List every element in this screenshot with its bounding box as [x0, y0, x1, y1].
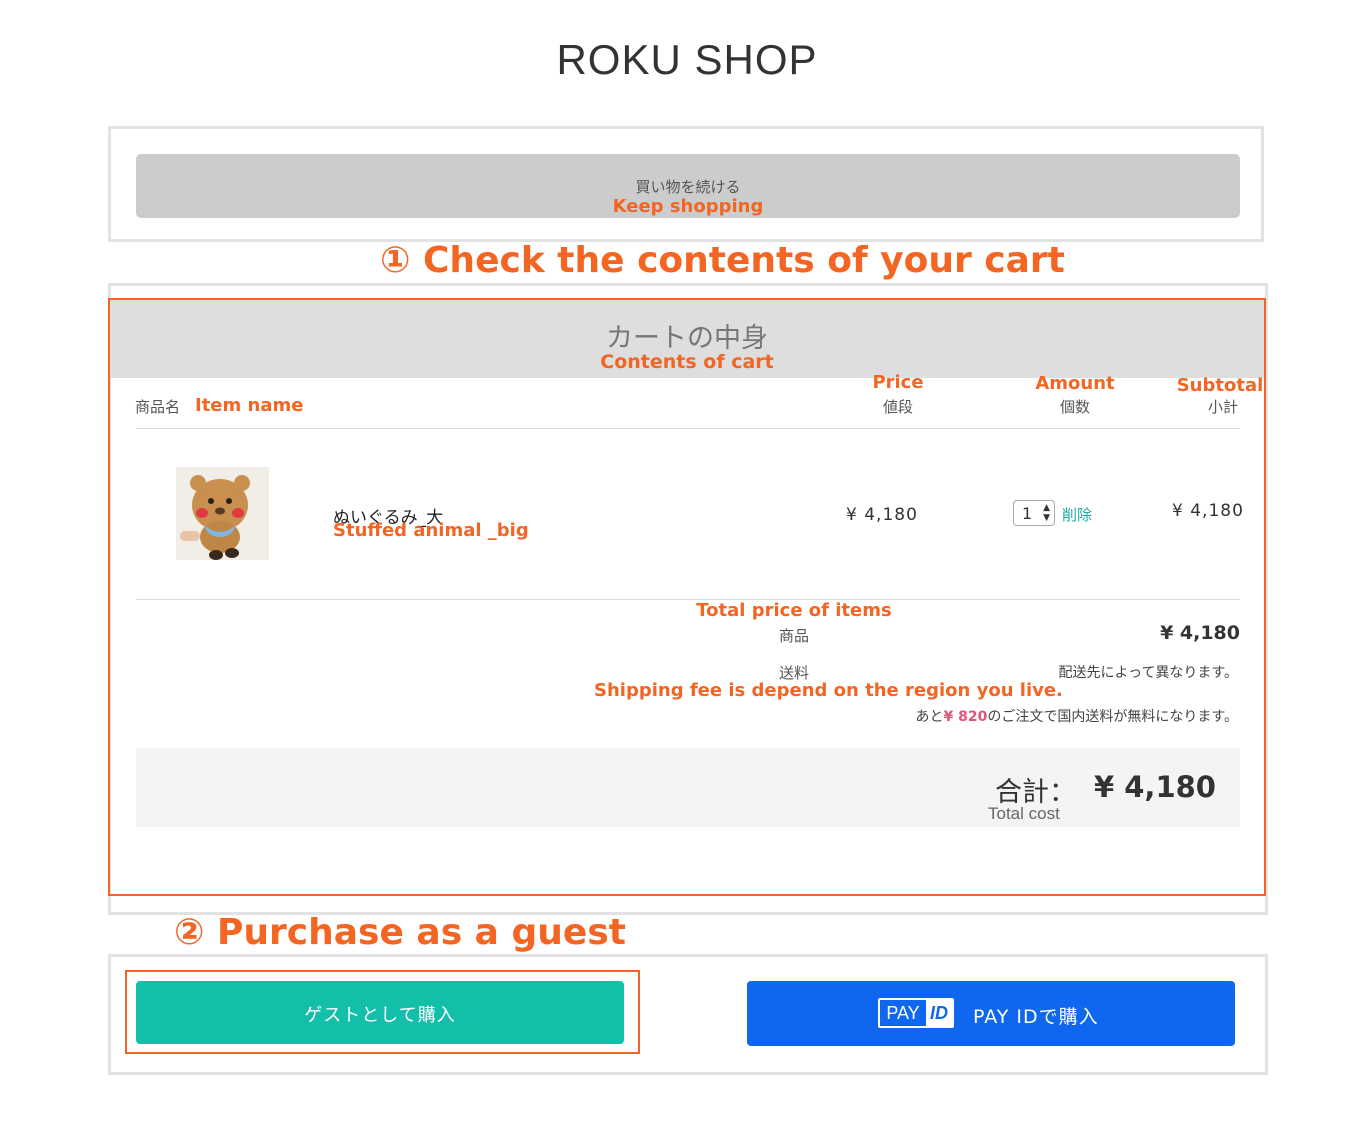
- step1-annotation: ① Check the contents of your cart: [380, 240, 1065, 281]
- col-subtotal-label: 小計: [1207, 398, 1238, 416]
- free-shipping-prefix: あと: [915, 709, 944, 725]
- items-total-label: 商品: [778, 627, 809, 645]
- payid-logo-icon: PAY ID: [878, 998, 954, 1028]
- shipping-annotation: Shipping fee is depend on the region you…: [594, 680, 1063, 701]
- free-shipping-amount: ¥ 820: [943, 709, 988, 725]
- total-label-en: Total cost: [988, 804, 1060, 823]
- shipping-value: 配送先によって異なります。: [1058, 665, 1238, 681]
- quantity-value: 1: [1022, 504, 1033, 523]
- total-value: ¥ 4,180: [1093, 770, 1216, 804]
- items-total-value: ¥ 4,180: [1160, 622, 1240, 644]
- divider: [136, 428, 1240, 429]
- delete-link[interactable]: 削除: [1062, 504, 1092, 525]
- col-amount-annotation: Amount: [1035, 373, 1115, 394]
- payid-purchase-button[interactable]: PAY ID PAY IDで購入: [747, 981, 1235, 1046]
- item-name-annotation: Stuffed animal _big: [333, 520, 529, 541]
- payid-purchase-label: PAY IDで購入: [973, 1006, 1099, 1028]
- item-subtotal: ¥ 4,180: [1172, 501, 1244, 521]
- guest-purchase-button[interactable]: ゲストとして購入: [136, 981, 624, 1044]
- payid-logo-right: ID: [926, 1000, 952, 1026]
- col-item-annotation: Item name: [195, 395, 304, 416]
- items-total-annotation: Total price of items: [696, 600, 892, 621]
- stuffed-animal-icon: [176, 467, 269, 560]
- col-item-label: 商品名: [135, 398, 181, 416]
- item-price: ¥ 4,180: [846, 505, 918, 525]
- free-shipping-note: あと¥ 820のご注文で国内送料が無料になります。: [800, 706, 1238, 726]
- keep-shopping-label: 買い物を続ける: [635, 178, 741, 196]
- step2-annotation: ② Purchase as a guest: [174, 912, 626, 953]
- col-price-label: 値段: [882, 398, 913, 416]
- col-subtotal-annotation: Subtotal: [1176, 375, 1264, 396]
- col-amount-label: 個数: [1059, 398, 1090, 416]
- product-image[interactable]: [176, 467, 269, 560]
- free-shipping-suffix: のご注文で国内送料が無料になります。: [987, 709, 1238, 725]
- payid-logo-left: PAY: [886, 1003, 920, 1023]
- col-price-annotation: Price: [872, 372, 924, 393]
- divider: [136, 599, 1240, 600]
- shop-title: ROKU SHOP: [556, 36, 818, 83]
- guest-purchase-label: ゲストとして購入: [304, 1005, 456, 1026]
- spinner-arrows-icon: ▲ ▼: [1043, 503, 1050, 523]
- keep-shopping-annotation: Keep shopping: [612, 196, 764, 217]
- keep-shopping-button[interactable]: 買い物を続ける Keep shopping: [136, 154, 1240, 218]
- quantity-select[interactable]: 1 ▲ ▼: [1013, 500, 1055, 526]
